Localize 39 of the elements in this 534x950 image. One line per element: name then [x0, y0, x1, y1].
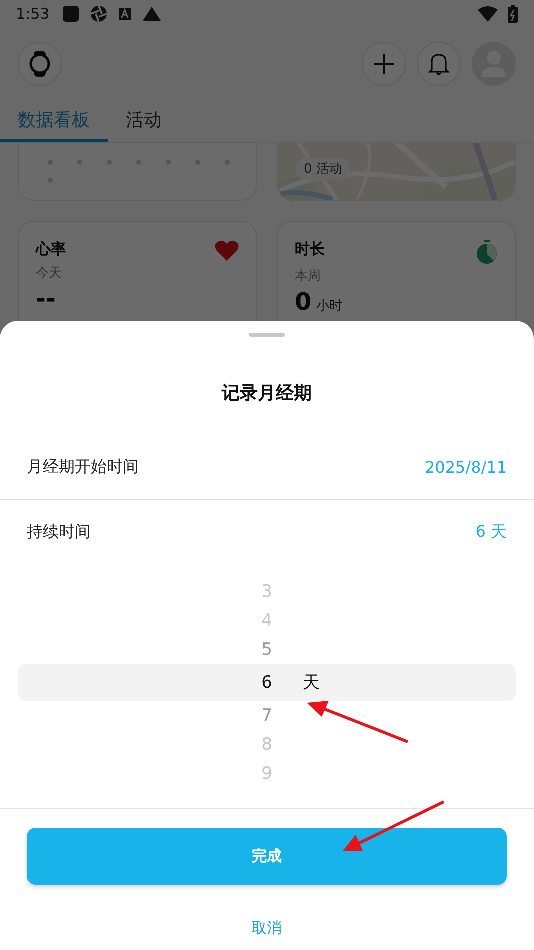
setting-row[interactable]: 持续时间 6 天 — [0, 500, 534, 564]
keyboard-icon — [118, 7, 132, 21]
card-unit: 小时 — [316, 298, 343, 315]
picker-option[interactable]: 5 — [18, 635, 516, 664]
add-button[interactable] — [362, 42, 406, 86]
battery-icon — [508, 5, 518, 23]
aperture-icon — [90, 5, 108, 23]
setting-row[interactable]: 月经期开始时间 2025/8/11 — [0, 435, 534, 500]
notifications-button[interactable] — [417, 42, 461, 86]
plus-icon — [373, 53, 395, 75]
picker-option[interactable]: 3 — [18, 577, 516, 606]
bell-icon — [428, 52, 450, 76]
picker-option[interactable]: 4 — [18, 606, 516, 635]
cancel-button[interactable]: 取消 — [244, 915, 290, 942]
watch-button[interactable] — [18, 42, 62, 86]
picker-option[interactable]: 7 — [18, 701, 516, 730]
watch-icon — [29, 51, 51, 77]
card-value: -- — [36, 285, 56, 313]
picker-option[interactable]: 8 — [18, 730, 516, 759]
stopwatch-icon — [476, 240, 498, 264]
drag-handle[interactable] — [249, 333, 285, 337]
tab[interactable]: 活动 — [108, 100, 180, 142]
activity-count-badge: 0 活动 — [296, 158, 350, 180]
picker-unit: 天 — [303, 672, 320, 694]
app-notification-icon — [62, 5, 80, 23]
card-subtitle: 今天 — [36, 265, 63, 282]
wifi-icon — [478, 6, 498, 22]
warning-icon — [142, 6, 162, 22]
picker-option[interactable]: 9 — [18, 759, 516, 788]
card-title: 心率 — [36, 240, 66, 259]
card-title: 时长 — [295, 240, 325, 259]
card-value: 0 — [295, 288, 312, 316]
heart-icon — [215, 240, 239, 261]
sheet-title: 记录月经期 — [220, 382, 313, 405]
picker-selection[interactable]: 6 天 — [18, 664, 516, 701]
done-button[interactable]: 完成 — [27, 828, 507, 885]
status-time: 1:53 — [16, 5, 50, 23]
map-card[interactable]: 0 活动 — [277, 143, 516, 201]
card-subtitle: 本周 — [295, 268, 322, 285]
